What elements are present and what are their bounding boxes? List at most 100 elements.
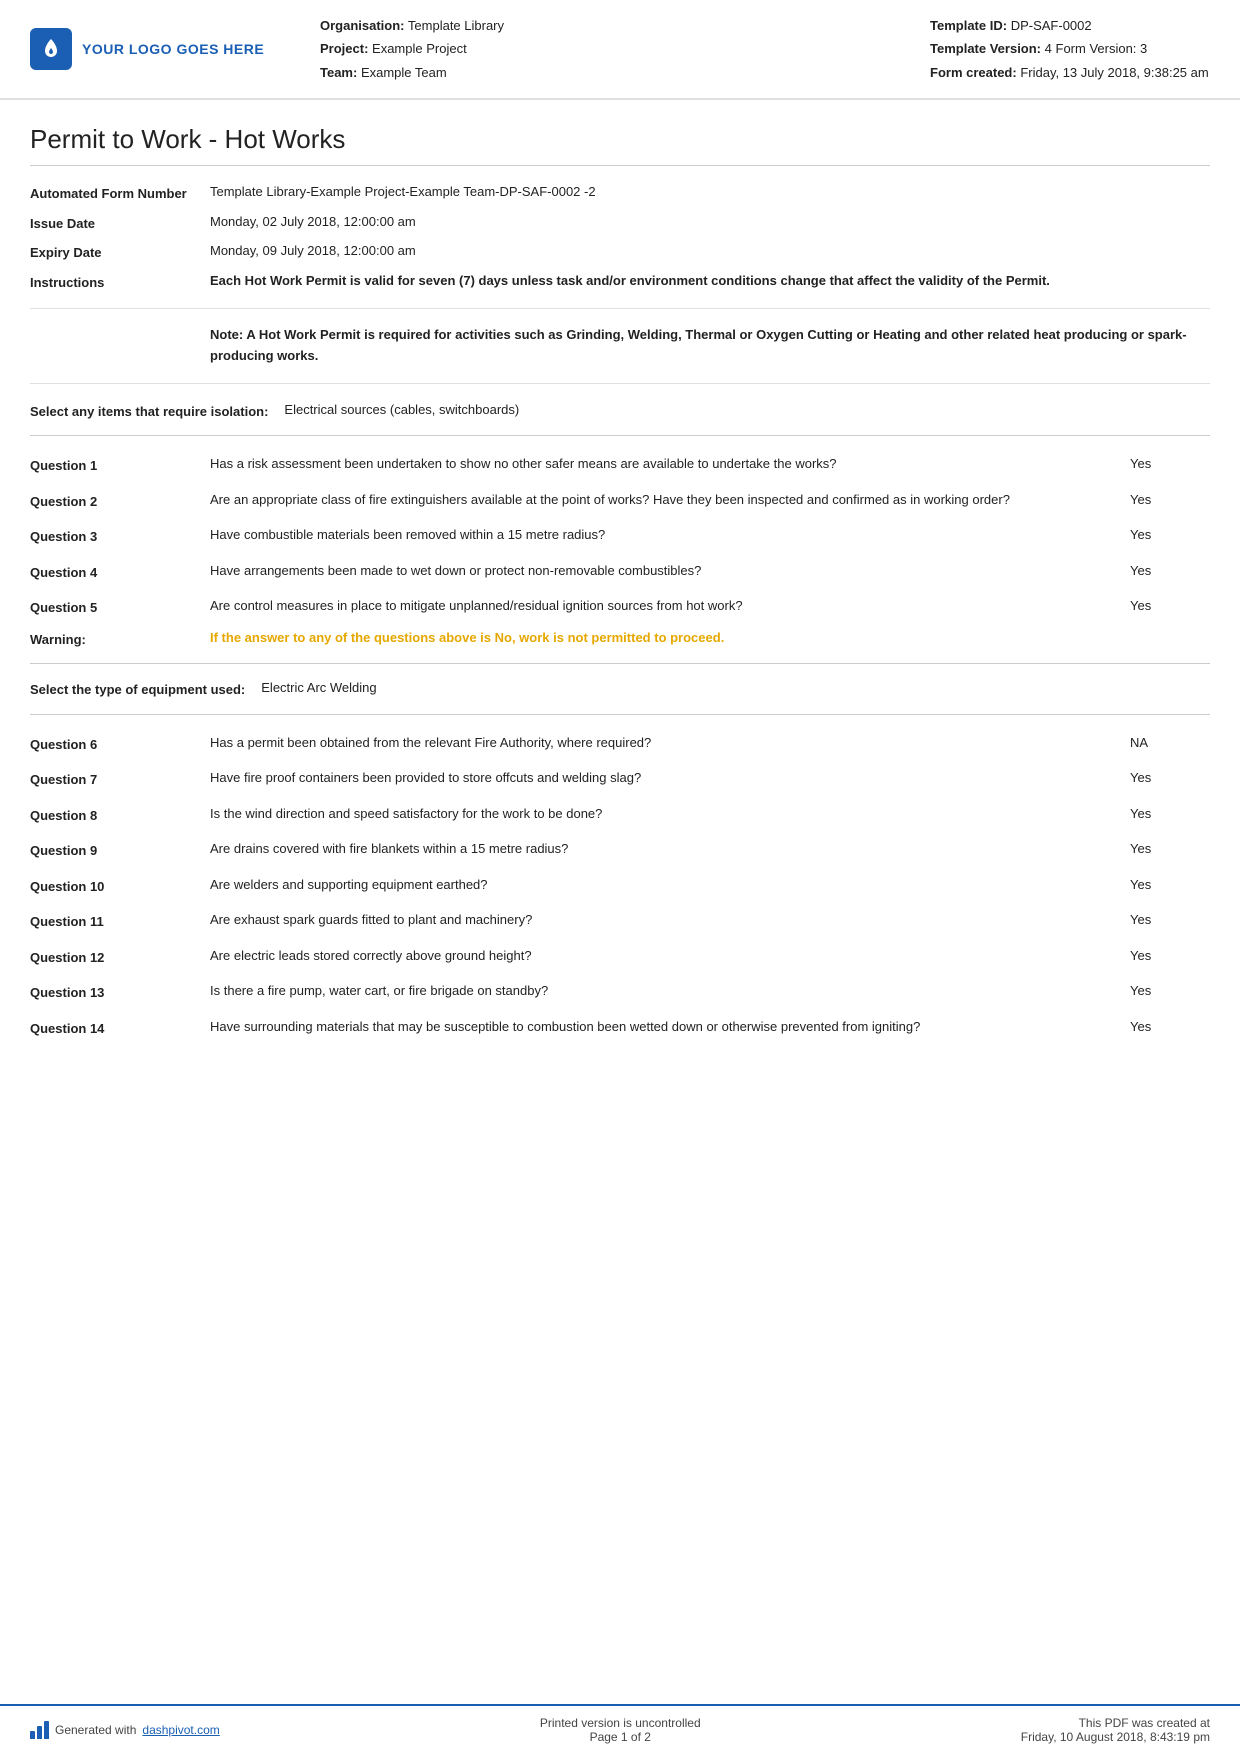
logo-svg [37,35,65,63]
form-created-value: Friday, 13 July 2018, 9:38:25 am [1020,65,1208,80]
template-version-value: 4 [1045,41,1052,56]
section-divider-3 [30,714,1210,715]
q-label-1: Question 1 [30,454,210,476]
q2-answer-10: Yes [1130,875,1210,895]
q2-answer-12: Yes [1130,946,1210,966]
q2-answer-6: NA [1130,733,1210,753]
question-row-5: Question 5 Are control measures in place… [30,592,1210,622]
q2-label-9: Question 9 [30,839,210,861]
q-label-5: Question 5 [30,596,210,618]
q2-text-13: Is there a fire pump, water cart, or fir… [210,981,1130,1001]
q2-answer-7: Yes [1130,768,1210,788]
equipment-label: Select the type of equipment used: [30,678,261,700]
q-answer-5: Yes [1130,596,1210,616]
section-divider-1 [30,435,1210,436]
question-row2-10: Question 10 Are welders and supporting e… [30,871,1210,901]
q2-text-12: Are electric leads stored correctly abov… [210,946,1130,966]
q-answer-3: Yes [1130,525,1210,545]
q-label-4: Question 4 [30,561,210,583]
footer-left: Generated with dashpivot.com [30,1721,220,1739]
issue-date-value: Monday, 02 July 2018, 12:00:00 am [210,212,1210,232]
q2-answer-9: Yes [1130,839,1210,859]
instructions-label: Instructions [30,271,210,293]
generated-text: Generated with [55,1723,136,1737]
q2-label-12: Question 12 [30,946,210,968]
question-row2-7: Question 7 Have fire proof containers be… [30,764,1210,794]
q2-label-6: Question 6 [30,733,210,755]
footer-right-line1: This PDF was created at [1021,1716,1210,1730]
q-label-2: Question 2 [30,490,210,512]
warning-label: Warning: [30,628,210,650]
q2-label-7: Question 7 [30,768,210,790]
question-row2-14: Question 14 Have surrounding materials t… [30,1013,1210,1043]
question-row-1: Question 1 Has a risk assessment been un… [30,450,1210,480]
main-content: Permit to Work - Hot Works Automated For… [0,100,1240,1704]
q2-text-11: Are exhaust spark guards fitted to plant… [210,910,1130,930]
q2-text-7: Have fire proof containers been provided… [210,768,1130,788]
q-text-5: Are control measures in place to mitigat… [210,596,1130,616]
q-label-3: Question 3 [30,525,210,547]
q2-label-13: Question 13 [30,981,210,1003]
bar-2 [37,1726,42,1739]
q2-answer-11: Yes [1130,910,1210,930]
q2-answer-13: Yes [1130,981,1210,1001]
project-label: Project: [320,41,368,56]
question-row-2: Question 2 Are an appropriate class of f… [30,486,1210,516]
dashpivot-link[interactable]: dashpivot.com [142,1723,219,1737]
q-answer-1: Yes [1130,454,1210,474]
question-row2-8: Question 8 Is the wind direction and spe… [30,800,1210,830]
template-id-label: Template ID: [930,18,1007,33]
note-text: Note: A Hot Work Permit is required for … [210,327,1187,363]
question-row2-13: Question 13 Is there a fire pump, water … [30,977,1210,1007]
q2-label-11: Question 11 [30,910,210,932]
q2-text-8: Is the wind direction and speed satisfac… [210,804,1130,824]
header-right: Template ID: DP-SAF-0002 Template Versio… [930,14,1210,84]
warning-text: If the answer to any of the questions ab… [210,628,1210,648]
org-label: Organisation: [320,18,405,33]
q2-answer-14: Yes [1130,1017,1210,1037]
instructions-row: Instructions Each Hot Work Permit is val… [30,271,1210,293]
q2-label-10: Question 10 [30,875,210,897]
question-row2-6: Question 6 Has a permit been obtained fr… [30,729,1210,759]
template-id-value: DP-SAF-0002 [1011,18,1092,33]
dashpivot-icon [30,1721,49,1739]
expiry-date-label: Expiry Date [30,241,210,263]
issue-date-row: Issue Date Monday, 02 July 2018, 12:00:0… [30,212,1210,234]
page: YOUR LOGO GOES HERE Organisation: Templa… [0,0,1240,1754]
question-row2-12: Question 12 Are electric leads stored co… [30,942,1210,972]
header-form-created: Form created: Friday, 13 July 2018, 9:38… [930,61,1210,84]
team-label: Team: [320,65,357,80]
footer-center-line2: Page 1 of 2 [540,1730,701,1744]
question-row2-9: Question 9 Are drains covered with fire … [30,835,1210,865]
template-version-label: Template Version: [930,41,1041,56]
logo-text: YOUR LOGO GOES HERE [82,41,264,57]
footer: Generated with dashpivot.com Printed ver… [0,1704,1240,1754]
expiry-date-value: Monday, 09 July 2018, 12:00:00 am [210,241,1210,261]
equipment-value: Electric Arc Welding [261,678,1210,698]
divider-1 [30,308,1210,309]
bar-3 [44,1721,49,1739]
issue-date-label: Issue Date [30,212,210,234]
question-row-4: Question 4 Have arrangements been made t… [30,557,1210,587]
footer-right-line2: Friday, 10 August 2018, 8:43:19 pm [1021,1730,1210,1744]
header-center: Organisation: Template Library Project: … [290,14,930,84]
question-row2-11: Question 11 Are exhaust spark guards fit… [30,906,1210,936]
equipment-row: Select the type of equipment used: Elect… [30,678,1210,700]
form-version-value: 3 [1140,41,1147,56]
form-version-label: Form Version: [1056,41,1137,56]
q2-text-14: Have surrounding materials that may be s… [210,1017,1130,1037]
expiry-date-row: Expiry Date Monday, 09 July 2018, 12:00:… [30,241,1210,263]
header-org: Organisation: Template Library [320,14,930,37]
q2-label-14: Question 14 [30,1017,210,1039]
header-template-version: Template Version: 4 Form Version: 3 [930,37,1210,60]
q-text-4: Have arrangements been made to wet down … [210,561,1130,581]
project-value: Example Project [372,41,467,56]
isolation-label: Select any items that require isolation: [30,400,284,422]
q2-text-6: Has a permit been obtained from the rele… [210,733,1130,753]
page-title: Permit to Work - Hot Works [30,124,1210,166]
questions-block-2: Question 6 Has a permit been obtained fr… [30,729,1210,1043]
isolation-row: Select any items that require isolation:… [30,400,1210,422]
q-text-1: Has a risk assessment been undertaken to… [210,454,1130,474]
header-template-id: Template ID: DP-SAF-0002 [930,14,1210,37]
bar-1 [30,1731,35,1739]
